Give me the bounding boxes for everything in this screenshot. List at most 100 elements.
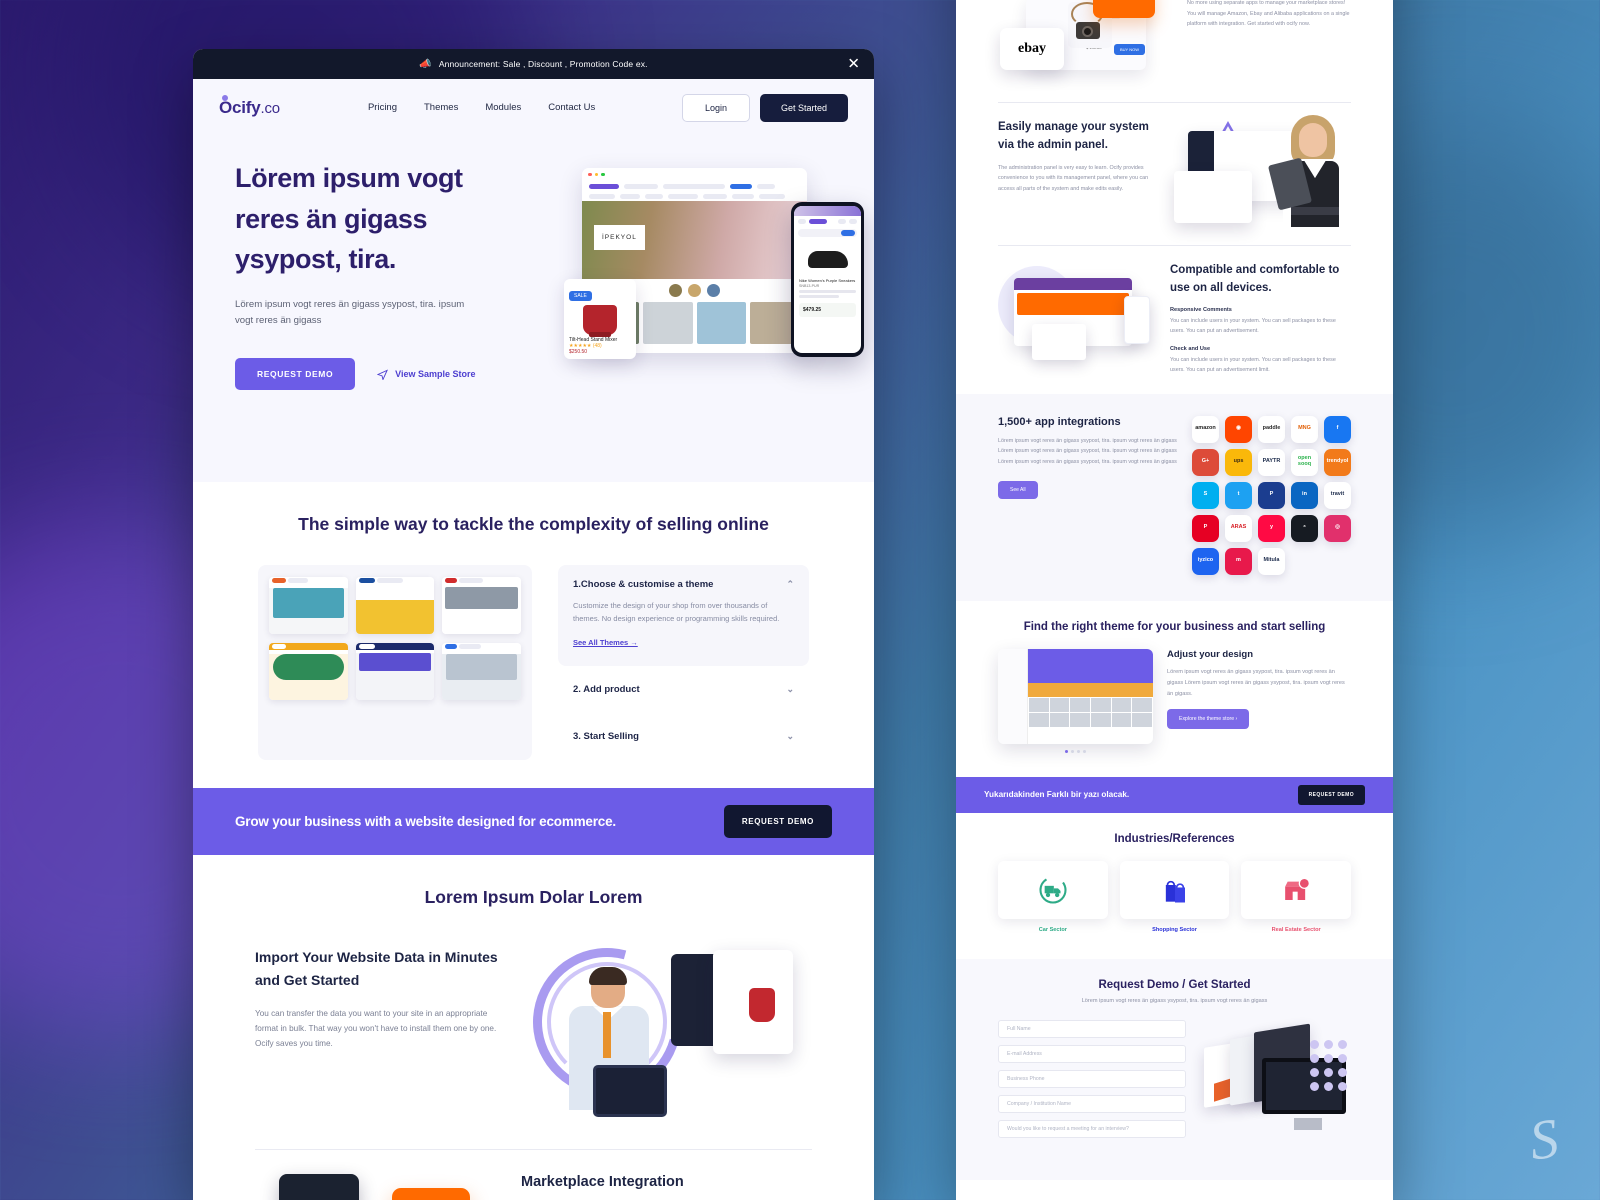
paypal-icon[interactable]: P	[1258, 481, 1285, 509]
industry-label-shopping: Shopping Sector	[1152, 926, 1197, 933]
simple-heading: The simple way to tackle the complexity …	[298, 514, 769, 534]
industry-label-car: Car Sector	[1038, 926, 1067, 933]
hero-section: Lörem ipsum vogt reres än gigass ysypost…	[193, 136, 874, 482]
company-name-input[interactable]	[998, 1094, 1186, 1113]
right-cta-band-text: Yukarıdakinden Farklı bir yazı olacak.	[984, 790, 1130, 800]
request-demo-button[interactable]: REQUEST DEMO	[235, 358, 356, 391]
pinterest-icon[interactable]: P	[1192, 514, 1219, 542]
skype-icon[interactable]: S	[1192, 481, 1219, 509]
compat-body-1: You can include users in your system. Yo…	[1170, 317, 1336, 335]
mixer-icon	[583, 305, 617, 337]
paytr-icon[interactable]: PAYTR	[1258, 448, 1285, 476]
cta-band-request-demo-button[interactable]: REQUEST DEMO	[723, 805, 832, 839]
mng-kargo-icon[interactable]: MNG	[1291, 415, 1318, 443]
industry-card-shopping[interactable]	[1119, 860, 1230, 919]
carousel-dots[interactable]	[998, 749, 1153, 753]
full-name-input[interactable]	[998, 1019, 1186, 1038]
mitula-icon[interactable]: Mitula	[1258, 547, 1285, 575]
see-all-button[interactable]: See All	[998, 481, 1038, 500]
buy-now-button[interactable]: BUY NOW	[1114, 44, 1146, 55]
theme-body: Lörem ipsum vogt reres än gigass ysypost…	[1167, 668, 1345, 697]
trendyol-icon[interactable]: trendyol	[1324, 448, 1351, 476]
marketplace-title: Marketplace Integration	[521, 1174, 684, 1191]
theme-thumb	[269, 643, 348, 700]
hero-body: Lörem ipsum vogt reres än gigass ysypost…	[235, 298, 465, 327]
sale-badge: SALE	[569, 291, 592, 301]
login-button[interactable]: Login	[681, 93, 750, 122]
nav-links: Pricing Themes Modules Contact Us	[368, 102, 595, 113]
nav-item-contact-us[interactable]: Contact Us	[548, 102, 595, 113]
meeting-request-input[interactable]	[998, 1119, 1186, 1138]
twitter-icon[interactable]: t	[1225, 481, 1252, 509]
accordion-item-2[interactable]: 2. Add product ⌄	[558, 666, 809, 713]
amazon-icon: amazon	[279, 1174, 359, 1200]
demo-heading: Request Demo / Get Started	[1098, 978, 1251, 991]
store-user-icon	[1285, 877, 1311, 900]
lorem-section: Lorem Ipsum Dolar Lorem Import Your Webs…	[193, 855, 874, 1200]
chevron-down-icon[interactable]: ⌄	[786, 731, 794, 742]
orange-card-mock	[1093, 0, 1155, 18]
right-cta-request-demo-button[interactable]: REQUEST DEMO	[1297, 784, 1365, 805]
theme-thumb	[355, 643, 435, 700]
view-sample-store-label: View Sample Store	[395, 369, 476, 380]
lorem-heading: Lorem Ipsum Dolar Lorem	[424, 887, 643, 908]
import-body: You can transfer the data you want to yo…	[255, 1009, 497, 1049]
aras-kargo-icon[interactable]: ARAS	[1225, 514, 1252, 542]
nav-item-modules[interactable]: Modules	[485, 102, 521, 113]
logo[interactable]: Ocify.co	[219, 94, 280, 118]
accordion-title-3: 3. Start Selling	[573, 731, 639, 743]
amazon-icon[interactable]: amazon	[1192, 415, 1219, 443]
reddit-icon[interactable]: ◉	[1225, 415, 1252, 443]
compat-body-2: You can include users in your system. Yo…	[1170, 356, 1336, 374]
industry-card-car[interactable]	[998, 860, 1108, 919]
accordion-item-3[interactable]: 3. Start Selling ⌄	[558, 713, 809, 760]
close-icon[interactable]: ✕	[847, 57, 860, 72]
github-icon[interactable]: ◓	[1291, 514, 1318, 542]
facebook-icon[interactable]: f	[1324, 415, 1351, 443]
nav-item-pricing[interactable]: Pricing	[368, 102, 397, 113]
paddle-icon[interactable]: paddle	[1258, 415, 1285, 443]
cta-band-text: Grow your business with a website design…	[235, 814, 616, 830]
chevron-up-icon[interactable]: ⌃	[786, 579, 794, 590]
apps-icon-grid: amazon ◉ paddle MNG f G+ ups PAYTR open sooq tren…	[1192, 415, 1351, 575]
theme-preview-mock	[998, 648, 1153, 744]
nav-actions: Login Get Started	[681, 93, 848, 122]
industry-card-real-estate[interactable]	[1241, 860, 1352, 919]
yemeksepeti-icon[interactable]: y	[1258, 514, 1285, 542]
mackolik-icon[interactable]: m	[1225, 547, 1252, 575]
sneaker-icon	[807, 251, 848, 268]
person-illustration	[1267, 115, 1351, 229]
instagram-icon[interactable]: ◎	[1324, 514, 1351, 542]
linkedin-icon[interactable]: in	[1291, 481, 1318, 509]
business-phone-input[interactable]	[998, 1069, 1186, 1088]
chevron-down-icon[interactable]: ⌄	[786, 684, 794, 695]
view-sample-store-link[interactable]: View Sample Store	[377, 369, 476, 380]
email-input[interactable]	[998, 1044, 1186, 1063]
ups-icon[interactable]: ups	[1225, 448, 1252, 476]
left-page-window: 📣 Announcement: Sale , Discount , Promot…	[193, 49, 874, 1200]
phone-mock	[1124, 296, 1150, 344]
import-title: Import Your Website Data in Minutes and …	[255, 949, 498, 988]
get-started-button[interactable]: Get Started	[759, 93, 848, 122]
cta-band: Grow your business with a website design…	[193, 788, 874, 856]
tablet-mock	[1032, 324, 1086, 360]
mock-brand-label: İPEKYOL	[594, 225, 645, 250]
google-icon[interactable]: G+	[1192, 448, 1219, 476]
hero-cta-group: REQUEST DEMO View Sample Store	[235, 358, 481, 391]
iyzico-icon[interactable]: iyzico	[1192, 547, 1219, 575]
opensooq-icon[interactable]: open sooq	[1291, 448, 1318, 476]
travit-icon[interactable]: travit	[1324, 481, 1351, 509]
request-demo-section: Request Demo / Get Started Lörem ipsum v…	[956, 958, 1393, 1180]
phone-mock: Nike Women's Purple Sneakers SNB13-PUR $…	[791, 202, 864, 357]
accordion-item-1[interactable]: 1.Choose & customise a theme ⌃ Customize…	[558, 565, 809, 667]
industries-heading: Industries/References	[1114, 832, 1235, 845]
mixer-icon	[749, 988, 775, 1023]
product-price: $250.50	[569, 349, 588, 355]
nav-item-themes[interactable]: Themes	[424, 102, 458, 113]
right-marketplace-body: No more using separate apps to manage yo…	[1187, 0, 1350, 28]
see-all-themes-link[interactable]: See All Themes →	[573, 638, 638, 647]
announcement-bar: 📣 Announcement: Sale , Discount , Promot…	[193, 49, 874, 79]
explore-theme-store-button[interactable]: Explore the theme store ›	[1167, 709, 1250, 730]
industry-label-real-estate: Real Estate Sector	[1271, 926, 1321, 933]
theme-thumb	[442, 643, 522, 700]
